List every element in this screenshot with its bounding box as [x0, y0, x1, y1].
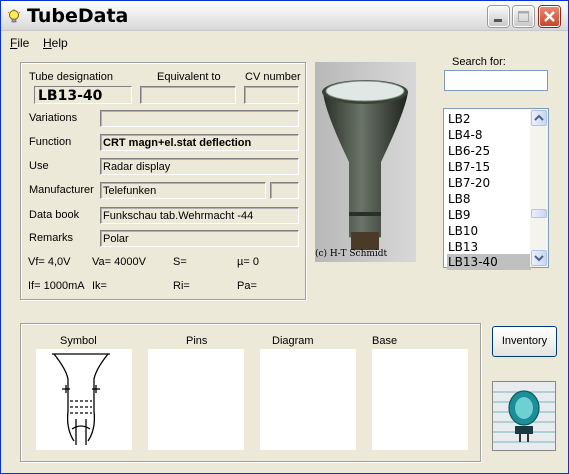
tube-symbol-icon — [52, 353, 110, 445]
variations-label: Variations — [29, 112, 78, 124]
diagram-panel — [260, 349, 356, 450]
tube-photo: (c) H-T Schmidt — [315, 62, 416, 262]
variations-field — [100, 110, 299, 127]
window-title: TubeData — [27, 5, 129, 27]
equivalent-label: Equivalent to — [157, 71, 221, 83]
inventory-button[interactable]: Inventory — [492, 326, 557, 357]
databook-field: Funkschau tab.Wehrmacht -44 — [100, 207, 299, 224]
base-title: Base — [372, 335, 398, 347]
symbol-title: Symbol — [60, 335, 97, 347]
menu-help-mnemonic: H — [43, 36, 52, 50]
equivalent-field — [140, 86, 236, 104]
list-item[interactable]: LB8 — [447, 191, 531, 207]
designation-field: LB13-40 — [34, 86, 132, 104]
list-item[interactable]: LB2 — [447, 111, 531, 127]
function-field: CRT magn+el.stat deflection — [100, 134, 299, 151]
close-button[interactable] — [539, 6, 560, 27]
chevron-up-icon — [534, 114, 544, 121]
list-item[interactable]: LB7-20 — [447, 175, 531, 191]
list-item[interactable]: LB9 — [447, 207, 531, 223]
menu-bar: File Help — [1, 32, 568, 52]
list-item[interactable]: LB6-25 — [447, 143, 531, 159]
function-label: Function — [29, 136, 72, 148]
base-panel — [372, 349, 468, 450]
list-item-selected[interactable]: LB13-40 — [447, 254, 531, 270]
param-va: Va= 4000V — [92, 256, 146, 268]
list-item[interactable]: LB7-15 — [447, 159, 531, 175]
scroll-down-button[interactable] — [531, 250, 547, 266]
list-scrollbar[interactable] — [530, 109, 548, 267]
search-input[interactable] — [444, 70, 548, 91]
scroll-up-button[interactable] — [531, 110, 547, 126]
databook-label: Data book — [29, 209, 80, 221]
photo-credit: (c) H-T Schmidt — [315, 249, 388, 259]
search-label: Search for: — [452, 56, 506, 68]
diagram-title: Diagram — [272, 335, 314, 347]
param-pa: Pa= — [237, 280, 257, 292]
manufacturer-label: Manufacturer — [29, 184, 94, 196]
menu-file-label: ile — [17, 36, 30, 50]
main-window: TubeData File Help Tube designation Equi… — [0, 0, 569, 474]
pins-title: Pins — [186, 335, 208, 347]
title-bar[interactable]: TubeData — [1, 1, 568, 31]
list-item[interactable]: LB13 — [447, 239, 531, 255]
maximize-icon — [518, 11, 529, 22]
menu-help-label: elp — [51, 36, 68, 50]
param-if: If= 1000mA — [28, 280, 85, 292]
cv-label: CV number — [245, 71, 301, 83]
manufacturer-extra-field — [270, 182, 299, 199]
param-mu: µ= 0 — [237, 256, 259, 268]
chevron-down-icon — [534, 255, 544, 262]
param-ik: Ik= — [92, 280, 107, 292]
lightbulb-icon — [7, 9, 21, 23]
manufacturer-field: Telefunken — [100, 182, 266, 199]
pins-panel — [148, 349, 244, 450]
menu-file[interactable]: File — [10, 36, 29, 50]
scroll-thumb[interactable] — [531, 209, 547, 218]
remarks-field: Polar — [100, 230, 299, 247]
param-s: S= — [173, 256, 187, 268]
tube-logo-icon — [493, 382, 555, 450]
use-field: Radar display — [100, 158, 299, 175]
close-icon — [544, 11, 555, 22]
use-label: Use — [29, 160, 49, 172]
list-item[interactable]: LB4-8 — [447, 127, 531, 143]
list-item[interactable]: LB10 — [447, 223, 531, 239]
remarks-label: Remarks — [29, 232, 74, 244]
minimize-button[interactable] — [488, 6, 509, 27]
app-logo-icon — [492, 381, 556, 451]
menu-help[interactable]: Help — [43, 36, 68, 50]
symbol-panel — [36, 349, 132, 450]
minimize-icon — [494, 19, 502, 22]
param-ri: Ri= — [173, 280, 190, 292]
designation-label: Tube designation — [29, 71, 113, 83]
param-vf: Vf= 4,0V — [28, 256, 71, 268]
maximize-button[interactable] — [513, 6, 534, 27]
tube-image — [315, 62, 416, 262]
tube-listbox[interactable]: LB2 LB4-8 LB6-25 LB7-15 LB7-20 LB8 LB9 L… — [443, 108, 549, 270]
cv-field — [244, 86, 299, 104]
